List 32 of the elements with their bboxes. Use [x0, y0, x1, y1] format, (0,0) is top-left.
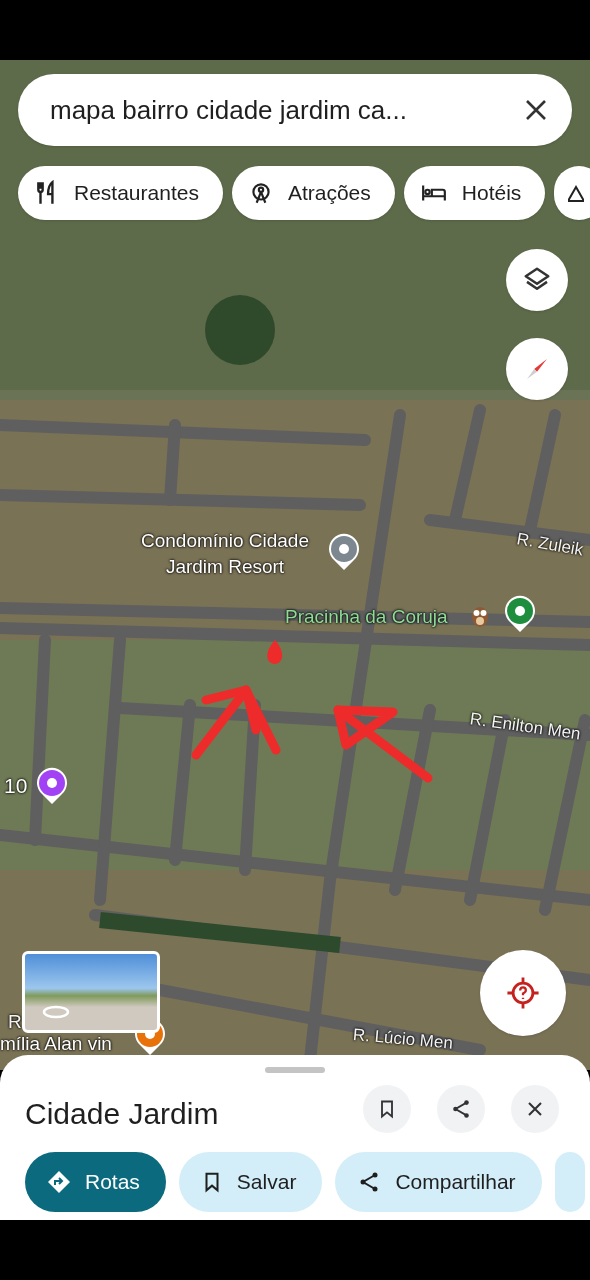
rotate-icon: [41, 1004, 71, 1020]
share-button[interactable]: [437, 1085, 485, 1133]
location-unknown-icon: [506, 976, 540, 1010]
save-button[interactable]: [363, 1085, 411, 1133]
share-icon: [450, 1098, 472, 1120]
directions-button[interactable]: Rotas: [25, 1152, 166, 1212]
share-button[interactable]: Compartilhar: [335, 1152, 542, 1212]
place-label: Condomínio Cidade Jardim Resort: [140, 529, 310, 579]
place-title: Cidade Jardim: [25, 1096, 219, 1132]
street-label: R: [8, 1010, 22, 1034]
search-text: mapa bairro cidade jardim ca...: [50, 93, 408, 127]
close-icon[interactable]: [524, 98, 548, 122]
map-pin-icon[interactable]: [327, 531, 361, 571]
category-chip[interactable]: Atrações: [231, 166, 395, 220]
owl-icon: [470, 604, 490, 628]
place-label: mília Alan vin: [0, 1032, 112, 1056]
park-pin-icon[interactable]: [503, 593, 537, 633]
street-label: R. Lúcio Men: [351, 1024, 454, 1055]
drag-handle[interactable]: [265, 1067, 325, 1073]
search-field[interactable]: mapa bairro cidade jardim ca...: [18, 74, 572, 146]
save-button[interactable]: Salvar: [178, 1152, 323, 1212]
street-label: R. Zuleik: [514, 528, 586, 562]
close-button[interactable]: [511, 1085, 559, 1133]
museum-pin-icon[interactable]: [35, 765, 69, 805]
category-chip[interactable]: Restaurantes: [18, 166, 223, 220]
directions-icon: [47, 1170, 71, 1194]
place-label: 10: [4, 773, 28, 799]
street-view-thumbnail[interactable]: [22, 951, 160, 1033]
category-chip[interactable]: Hotéis: [403, 166, 546, 220]
close-icon: [526, 1100, 544, 1118]
street-label: R. Enilton Men: [468, 708, 583, 746]
park-label: Pracinha da Coruja: [285, 605, 448, 629]
